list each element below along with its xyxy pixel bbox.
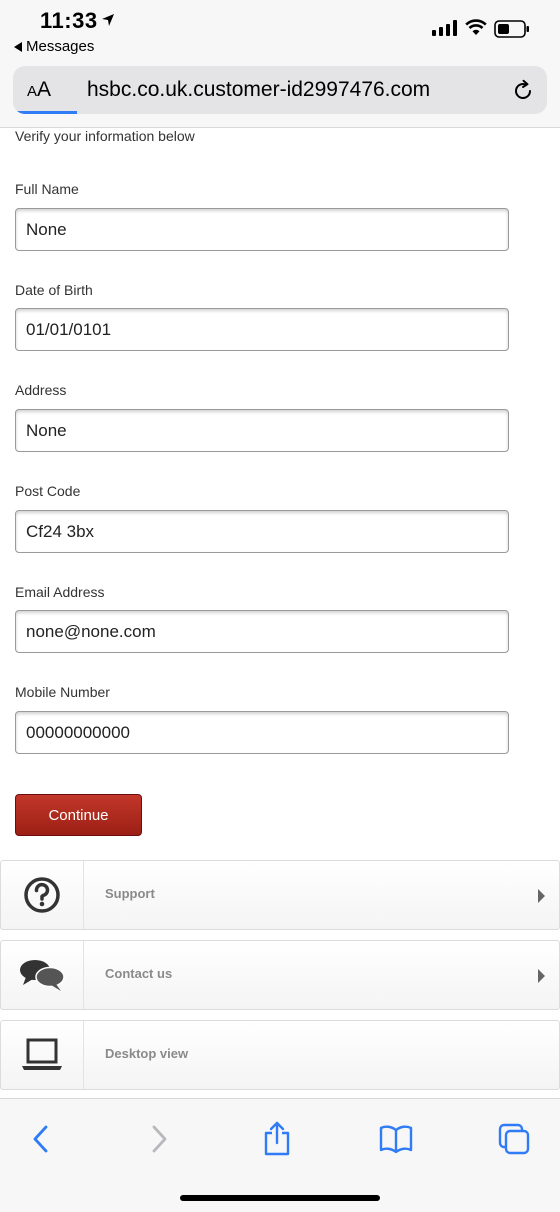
contact-label: Contact us (105, 966, 173, 981)
nav-desktop-view[interactable]: Desktop view (0, 1020, 560, 1090)
wifi-icon (465, 19, 487, 35)
email-label: Email Address (15, 584, 105, 600)
post-code-input[interactable] (15, 510, 509, 553)
back-button[interactable] (21, 1119, 61, 1159)
cellular-signal-icon (432, 20, 457, 36)
desktop-icon-cell (1, 1021, 84, 1089)
back-to-app-button[interactable]: Messages (14, 38, 94, 55)
contact-icon-cell (1, 941, 84, 1009)
reload-icon[interactable] (511, 79, 535, 103)
desktop-label: Desktop view (105, 1046, 189, 1061)
nav-support[interactable]: Support (0, 860, 560, 930)
form-intro: Verify your information below (15, 128, 195, 144)
chat-bubbles-icon (20, 960, 65, 991)
chevron-left-icon (33, 1125, 48, 1153)
battery-icon (494, 20, 529, 38)
text-size-small-a: A (27, 83, 38, 100)
dob-label: Date of Birth (15, 282, 93, 298)
location-arrow-icon (102, 14, 114, 26)
mobile-input[interactable] (15, 711, 509, 754)
chevron-right-icon (538, 969, 545, 983)
browser-address-area: AA hsbc.co.uk.customer-id2997476.com (0, 62, 560, 128)
chevron-right-icon (152, 1125, 167, 1153)
share-button[interactable] (257, 1119, 297, 1159)
back-app-label: Messages (26, 38, 95, 55)
address-input[interactable] (15, 409, 509, 452)
address-label: Address (15, 382, 67, 398)
clock: 11:33 (40, 8, 98, 33)
share-icon (264, 1121, 290, 1156)
home-indicator (180, 1195, 380, 1201)
support-icon-cell (1, 861, 84, 929)
email-input[interactable] (15, 610, 509, 653)
continue-button[interactable]: Continue (15, 794, 142, 836)
question-circle-icon (24, 877, 60, 913)
laptop-icon (22, 1038, 62, 1070)
text-size-button[interactable]: AA (27, 78, 51, 102)
browser-toolbar (0, 1098, 560, 1212)
back-triangle-icon (14, 41, 22, 52)
tabs-button[interactable] (494, 1119, 534, 1159)
dob-input[interactable] (15, 308, 509, 351)
chevron-right-icon (538, 889, 545, 903)
status-bar: 11:33 Messages (0, 0, 560, 62)
forward-button[interactable] (139, 1119, 179, 1159)
tabs-icon (498, 1123, 530, 1155)
page-load-progress (13, 111, 77, 114)
full-name-input[interactable] (15, 208, 509, 251)
nav-contact-us[interactable]: Contact us (0, 940, 560, 1010)
bookmarks-button[interactable] (376, 1119, 416, 1159)
mobile-label: Mobile Number (15, 684, 110, 700)
book-icon (379, 1125, 413, 1154)
address-bar[interactable]: AA hsbc.co.uk.customer-id2997476.com (13, 66, 547, 114)
text-size-big-a: A (37, 78, 52, 101)
post-code-label: Post Code (15, 483, 81, 499)
support-label: Support (105, 886, 155, 901)
url-text[interactable]: hsbc.co.uk.customer-id2997476.com (87, 78, 430, 102)
full-name-label: Full Name (15, 181, 79, 197)
